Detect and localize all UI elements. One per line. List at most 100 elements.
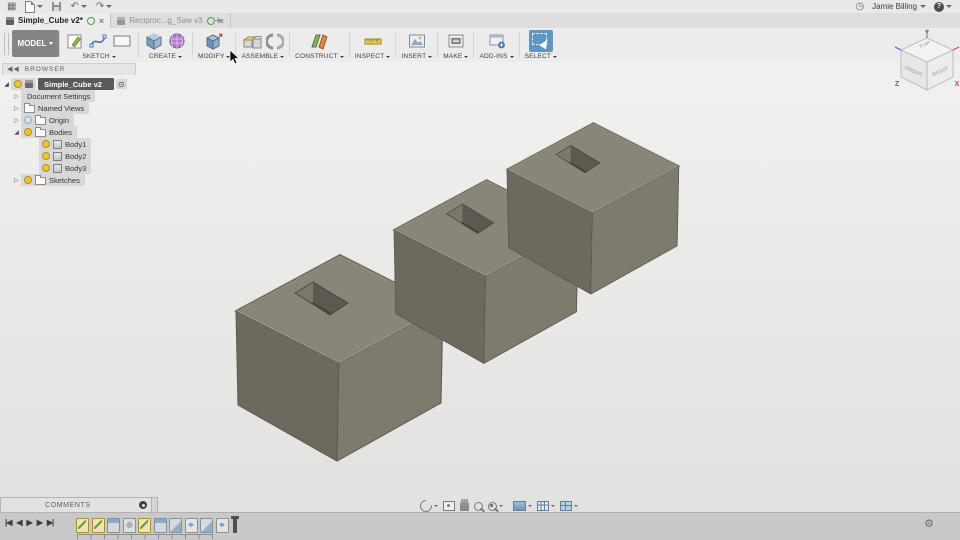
visibility-bulb-icon[interactable] (42, 152, 50, 160)
browser-row[interactable]: Body1 (30, 138, 136, 150)
addins-menu-button[interactable]: ADD-INS (479, 53, 514, 60)
viewport-canvas[interactable] (0, 62, 960, 512)
select-tool-button[interactable] (528, 30, 553, 52)
timeline-feature[interactable] (138, 518, 151, 533)
grid-layout-button[interactable] (537, 501, 555, 511)
toolbar-separator (437, 31, 439, 57)
timeline-feature[interactable] (122, 518, 136, 533)
timeline-position-marker[interactable] (231, 516, 239, 533)
browser-row[interactable]: Body2 (30, 150, 136, 162)
sketch-menu-button[interactable]: SKETCH (82, 53, 116, 60)
inspect-menu-button[interactable]: INSPECT (355, 53, 391, 60)
visibility-bulb-icon[interactable] (42, 140, 50, 148)
measure-icon[interactable] (362, 31, 384, 51)
help-menu-button[interactable]: ? (934, 1, 952, 12)
expander-icon[interactable] (12, 117, 21, 124)
collapse-panel-icon[interactable]: ◀◀ (7, 66, 20, 73)
timeline-feature[interactable] (107, 518, 120, 533)
modify-menu-button[interactable]: MODIFY (198, 53, 231, 60)
browser-row[interactable]: Document Settings (12, 90, 136, 102)
caret-down-icon (178, 55, 183, 58)
view-cube[interactable]: TOP FRONT RIGHT Y Z X (893, 26, 960, 106)
create-menu-button[interactable]: CREATE (149, 53, 183, 60)
insert-image-icon[interactable] (407, 31, 427, 51)
comments-bar[interactable]: COMMENTS (0, 497, 152, 513)
new-solid-icon[interactable] (144, 31, 164, 51)
z-axis-line (894, 46, 902, 51)
visibility-bulb-icon[interactable] (24, 176, 32, 184)
create-sketch-icon[interactable] (65, 31, 85, 51)
comment-indicator-icon[interactable] (139, 501, 147, 509)
caret-down-icon (946, 5, 952, 8)
look-at-button[interactable] (443, 501, 455, 511)
browser-row[interactable]: Body3 (30, 162, 136, 174)
create-form-icon[interactable] (167, 31, 187, 51)
browser-row[interactable]: Bodies (12, 126, 136, 138)
browser-rows: Document Settings Named Views (2, 90, 136, 186)
file-menu-button[interactable] (25, 0, 44, 13)
construction-plane-icon[interactable] (308, 31, 330, 51)
rectangle-sketch-icon[interactable] (111, 31, 133, 51)
browser-row[interactable]: Named Views (12, 102, 136, 114)
viewports-button[interactable] (560, 501, 578, 511)
toolbar-grip-handle[interactable] (4, 33, 9, 55)
browser-header: ◀◀ BROWSER (2, 63, 136, 75)
document-tab[interactable]: Simple_Cube v2* × (0, 13, 112, 28)
caret-down-icon (280, 55, 285, 58)
expander-icon[interactable] (12, 93, 21, 100)
undo-button[interactable]: ↶ (70, 1, 87, 12)
make-icon[interactable] (446, 31, 466, 51)
visibility-bulb-icon[interactable] (24, 116, 32, 124)
make-menu-button[interactable]: MAKE (443, 53, 469, 60)
insert-menu-button[interactable]: INSERT (401, 53, 433, 60)
go-to-end-button[interactable]: ▶| (47, 518, 54, 527)
assemble-menu-button[interactable]: ASSEMBLE (241, 53, 285, 60)
press-pull-icon[interactable] (204, 31, 224, 51)
pan-button[interactable] (460, 499, 469, 511)
visibility-bulb-icon[interactable] (24, 128, 32, 136)
step-forward-button[interactable]: ▶ (37, 518, 43, 527)
expander-icon[interactable] (12, 177, 21, 184)
expander-icon[interactable] (12, 105, 21, 112)
browser-row[interactable]: Origin (12, 114, 136, 126)
construct-menu-button[interactable]: CONSTRUCT (295, 53, 344, 60)
user-menu-button[interactable]: Jamie Billing (872, 2, 926, 11)
timeline-rail[interactable] (77, 534, 213, 539)
step-back-button[interactable]: ◀ (16, 518, 22, 527)
redo-button[interactable]: ↷ (96, 1, 113, 12)
notifications-clock-icon[interactable]: ◷ (855, 1, 864, 12)
new-tab-button[interactable]: + (207, 13, 229, 28)
play-button[interactable]: ▶ (27, 518, 33, 527)
save-button[interactable] (52, 2, 62, 11)
app-grid-icon[interactable]: ▦ (7, 1, 16, 12)
comments-expand-handle[interactable] (151, 497, 158, 513)
addins-icon[interactable] (487, 31, 507, 51)
timeline-feature[interactable] (169, 518, 182, 533)
spline-icon[interactable] (88, 31, 108, 51)
go-to-start-button[interactable]: |◀ (5, 518, 12, 527)
timeline-feature[interactable] (200, 518, 213, 533)
browser-row[interactable]: Sketches (12, 174, 136, 186)
root-document-label[interactable]: Simple_Cube v2 (38, 78, 114, 90)
select-menu-button[interactable]: SELECT (525, 53, 558, 60)
browser-root-row[interactable]: ◢ Simple_Cube v2 ⊙ (2, 78, 136, 90)
visibility-bulb-icon[interactable] (42, 164, 50, 172)
workspace-selector-button[interactable]: MODEL (12, 30, 59, 57)
orbit-button[interactable] (417, 497, 438, 515)
timeline-feature[interactable] (76, 518, 89, 533)
visibility-bulb-icon[interactable] (14, 80, 22, 88)
timeline-feature[interactable] (184, 518, 198, 533)
close-tab-icon[interactable]: × (99, 16, 104, 25)
timeline-settings-gear-icon[interactable]: ⚙ (924, 519, 934, 530)
timeline-feature[interactable] (91, 518, 105, 533)
expander-icon[interactable]: ◢ (2, 81, 11, 88)
new-component-icon[interactable] (242, 31, 263, 51)
timeline-feature[interactable] (215, 518, 229, 533)
timeline-feature[interactable] (153, 518, 167, 533)
expander-icon[interactable] (12, 129, 21, 136)
fit-button[interactable] (488, 501, 503, 511)
display-settings-button[interactable] (513, 501, 532, 511)
joint-icon[interactable] (265, 31, 284, 51)
activate-component-icon[interactable]: ⊙ (115, 79, 127, 89)
zoom-button[interactable] (474, 501, 483, 511)
